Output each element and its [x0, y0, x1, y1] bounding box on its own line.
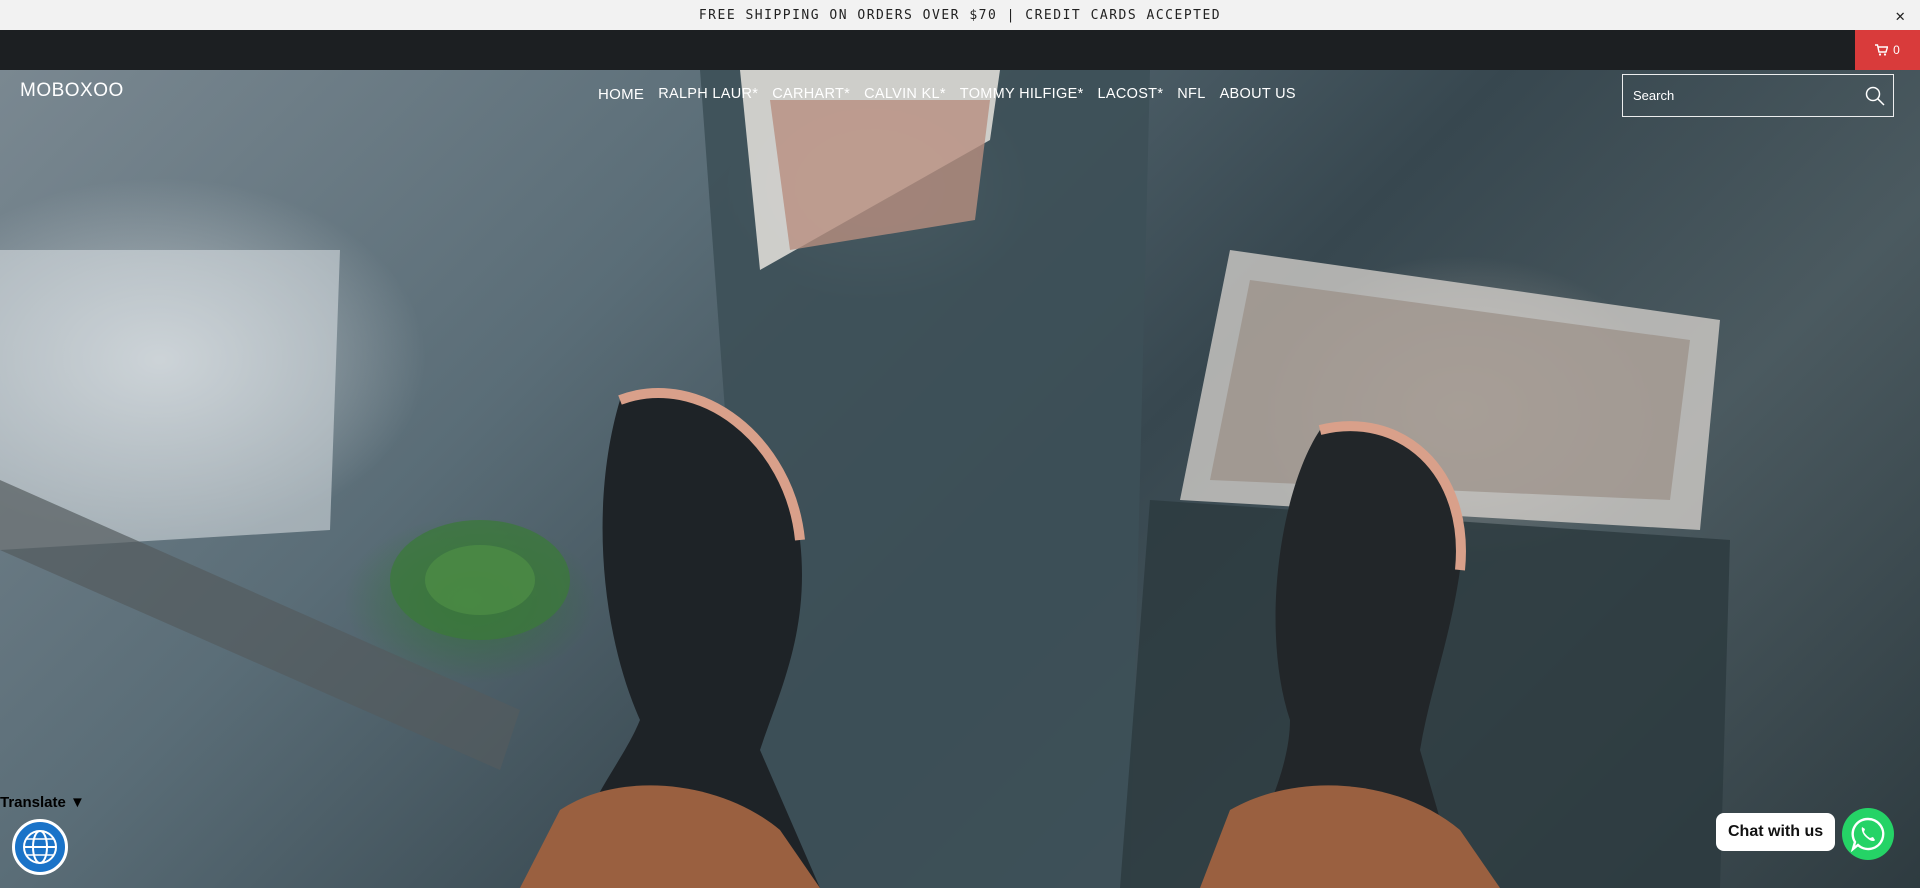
cart-icon: [1875, 44, 1889, 56]
close-icon[interactable]: ✕: [1890, 4, 1912, 26]
nav-item-lacoste[interactable]: LACOST*: [1098, 86, 1164, 103]
translate-dropdown[interactable]: Translate ▼: [0, 794, 85, 811]
nav-item-ralph-lauren[interactable]: RALPH LAUR*: [658, 86, 758, 103]
search-icon[interactable]: [1857, 78, 1893, 114]
search-input[interactable]: [1623, 87, 1857, 104]
globe-icon[interactable]: [12, 819, 68, 875]
cart-count: 0: [1893, 43, 1900, 57]
whatsapp-icon[interactable]: [1842, 808, 1894, 860]
nav-item-calvin-klein[interactable]: CALVIN KL*: [864, 86, 946, 103]
announcement-text: FREE SHIPPING ON ORDERS OVER $70 | CREDI…: [698, 7, 1222, 23]
nav-item-home[interactable]: HOME: [598, 86, 644, 103]
nav-item-tommy-hilfiger[interactable]: TOMMY HILFIGE*: [960, 86, 1084, 103]
chat-with-us-label[interactable]: Chat with us: [1716, 813, 1836, 851]
nav-item-nfl[interactable]: NFL: [1177, 86, 1205, 103]
search-box: [1622, 74, 1894, 117]
main-nav: HOME RALPH LAUR* CARHART* CALVIN KL* TOM…: [598, 86, 1296, 103]
cart-button[interactable]: 0: [1855, 30, 1920, 70]
legs-illustration: [520, 388, 1500, 888]
hero-image: [0, 70, 1920, 888]
top-bar: 0: [0, 30, 1920, 70]
site-logo[interactable]: MOBOXOO: [20, 80, 124, 102]
nav-item-about-us[interactable]: ABOUT US: [1220, 86, 1296, 103]
nav-item-carhartt[interactable]: CARHART*: [772, 86, 850, 103]
announcement-bar: FREE SHIPPING ON ORDERS OVER $70 | CREDI…: [0, 0, 1920, 30]
